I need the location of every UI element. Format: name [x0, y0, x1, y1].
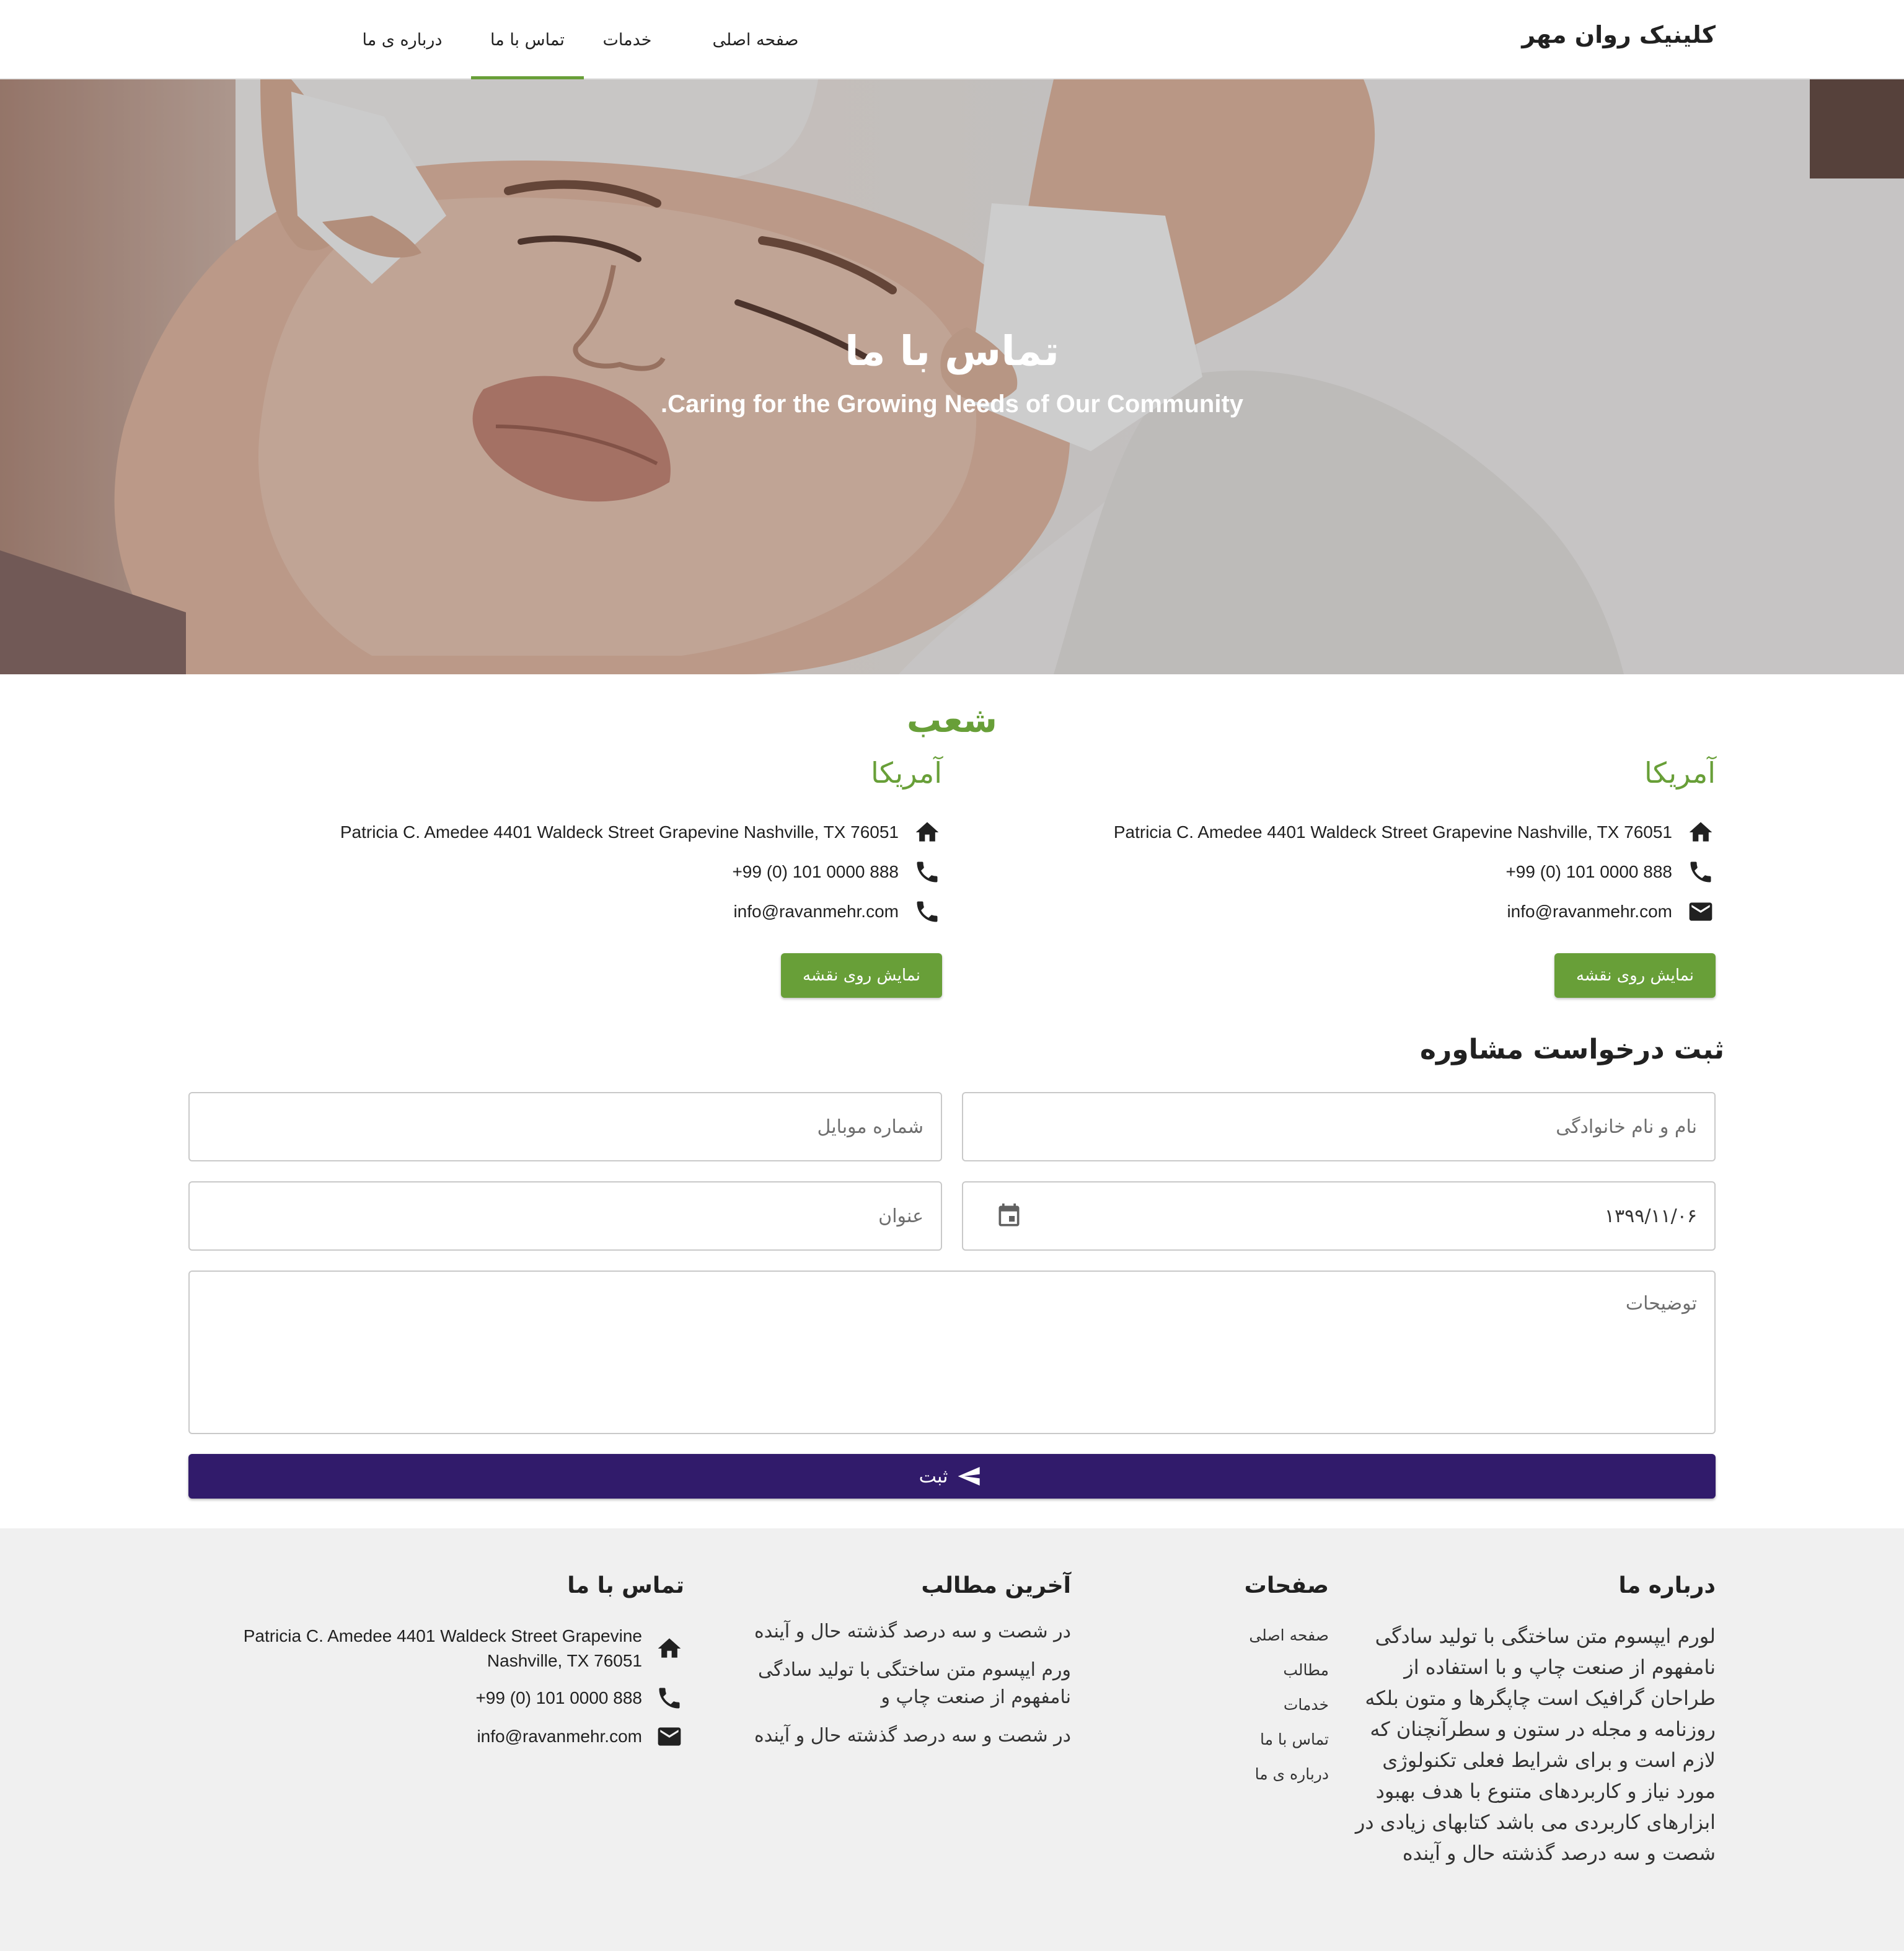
hero-overlay	[0, 79, 1904, 674]
footer-post-item[interactable]: در شصت و سه درصد گذشته حال و آینده	[736, 1618, 1071, 1645]
footer-phone-row: +99 (0) 101 0000 888	[475, 1683, 684, 1713]
branch-name: آمریکا	[870, 756, 942, 790]
hero-banner: تماس با ما Caring for the Growing Needs …	[0, 79, 1904, 674]
branch-address-row: Patricia C. Amedee 4401 Waldeck Street G…	[1114, 817, 1716, 848]
footer: درباره ما لورم ایپسوم متن ساختگی با تولی…	[0, 1528, 1904, 1951]
send-icon	[954, 1463, 985, 1490]
footer-about-text: لورم ایپسوم متن ساختگی با تولید سادگی نا…	[1355, 1624, 1716, 1865]
submit-label: ثبت	[919, 1465, 948, 1487]
subject-input[interactable]	[190, 1182, 941, 1249]
branch-phone-row: +99 (0) 101 0000 888	[1505, 857, 1716, 887]
phone-icon	[912, 857, 942, 887]
footer-about: درباره ما لورم ایپسوم متن ساختگی با تولی…	[1344, 1573, 1716, 1869]
phone-icon	[912, 897, 942, 927]
footer-email[interactable]: info@ravanmehr.com	[477, 1724, 642, 1749]
branch-email[interactable]: info@ravanmehr.com	[733, 902, 899, 922]
branch-name: آمریکا	[1644, 756, 1716, 790]
email-icon	[654, 1722, 684, 1751]
footer-post-item[interactable]: ورم ایپسوم متن ساختگی با تولید سادگی نام…	[736, 1657, 1071, 1711]
branch-email-row: info@ravanmehr.com	[1507, 896, 1716, 927]
description-field[interactable]	[188, 1271, 1716, 1434]
footer-pages-title: صفحات	[1244, 1573, 1329, 1598]
branches-title: شعب	[907, 700, 997, 741]
footer-link-home[interactable]: صفحه اصلی	[1245, 1618, 1329, 1653]
submit-button[interactable]: ثبت	[188, 1454, 1716, 1499]
footer-post-item[interactable]: در شصت و سه درصد گذشته حال و آینده	[736, 1722, 1071, 1750]
subject-field[interactable]	[188, 1181, 942, 1251]
nav-home[interactable]: صفحه اصلی	[703, 0, 808, 79]
main-nav: صفحه اصلی خدمات تماس با ما درباره ی ما	[188, 0, 808, 79]
email-icon	[1686, 897, 1716, 927]
branch-card: آمریکا Patricia C. Amedee 4401 Waldeck S…	[962, 756, 1716, 1004]
mobile-field[interactable]	[188, 1092, 942, 1161]
full-name-field[interactable]	[962, 1092, 1716, 1161]
brand-title[interactable]: کلینیک روان مهر	[1522, 21, 1716, 48]
branch-phone-row: +99 (0) 101 0000 888	[732, 857, 942, 887]
home-icon	[1686, 817, 1716, 847]
home-icon	[654, 1634, 684, 1663]
nav-contact[interactable]: تماس با ما	[471, 0, 584, 79]
footer-contact: تماس با ما Patricia C. Amedee 4401 Walde…	[238, 1573, 684, 1796]
top-app-bar: کلینیک روان مهر صفحه اصلی خدمات تماس با …	[0, 0, 1904, 79]
show-on-map-button[interactable]: نمایش روی نقشه	[781, 953, 942, 998]
phone-icon	[1686, 857, 1716, 887]
hero-subtitle: Caring for the Growing Needs of Our Comm…	[660, 390, 1244, 418]
branch-phone[interactable]: +99 (0) 101 0000 888	[1505, 862, 1672, 882]
footer-link-services[interactable]: خدمات	[1245, 1688, 1329, 1722]
footer-links: صفحه اصلی مطالب خدمات تماس با ما درباره …	[1245, 1618, 1329, 1792]
branch-card: آمریکا Patricia C. Amedee 4401 Waldeck S…	[188, 756, 942, 1004]
nav-services[interactable]: خدمات	[590, 0, 664, 79]
branch-address-row: Patricia C. Amedee 4401 Waldeck Street G…	[340, 817, 942, 848]
show-on-map-button[interactable]: نمایش روی نقشه	[1554, 953, 1716, 998]
calendar-icon[interactable]	[995, 1202, 1023, 1230]
branch-email-row: info@ravanmehr.com	[733, 896, 942, 927]
description-textarea[interactable]	[190, 1272, 1714, 1433]
footer-email-row: info@ravanmehr.com	[477, 1722, 684, 1751]
footer-link-about[interactable]: درباره ی ما	[1245, 1757, 1329, 1792]
consultation-form-title: ثبت درخواست مشاوره	[1419, 1034, 1724, 1065]
footer-contact-title: تماس با ما	[567, 1573, 684, 1598]
full-name-input[interactable]	[963, 1093, 1714, 1160]
nav-about[interactable]: درباره ی ما	[350, 0, 455, 79]
footer-link-posts[interactable]: مطالب	[1245, 1653, 1329, 1688]
branch-email[interactable]: info@ravanmehr.com	[1507, 902, 1672, 922]
footer-posts-list: در شصت و سه درصد گذشته حال و آینده ورم ا…	[736, 1618, 1071, 1750]
branch-phone[interactable]: +99 (0) 101 0000 888	[732, 862, 899, 882]
hero-title: تماس با ما	[844, 327, 1060, 375]
footer-link-contact[interactable]: تماس با ما	[1245, 1722, 1329, 1757]
date-value[interactable]: ۱۳۹۹/۱۱/۰۶	[1605, 1182, 1697, 1249]
mobile-input[interactable]	[190, 1093, 941, 1160]
footer-latest-posts: آخرین مطالب در شصت و سه درصد گذشته حال و…	[736, 1573, 1071, 1761]
footer-address: Patricia C. Amedee 4401 Waldeck Street G…	[243, 1626, 642, 1670]
footer-pages: صفحات صفحه اصلی مطالب خدمات تماس با ما د…	[1245, 1573, 1329, 1792]
footer-about-title: درباره ما	[1618, 1573, 1716, 1598]
home-icon	[912, 817, 942, 847]
footer-phone[interactable]: +99 (0) 101 0000 888	[475, 1686, 642, 1711]
date-field[interactable]: ۱۳۹۹/۱۱/۰۶	[962, 1181, 1716, 1251]
branch-address: Patricia C. Amedee 4401 Waldeck Street G…	[340, 822, 899, 842]
footer-address-row: Patricia C. Amedee 4401 Waldeck Street G…	[238, 1624, 684, 1673]
branch-address: Patricia C. Amedee 4401 Waldeck Street G…	[1113, 822, 1672, 842]
phone-icon	[654, 1683, 684, 1713]
footer-posts-title: آخرین مطالب	[921, 1573, 1071, 1598]
